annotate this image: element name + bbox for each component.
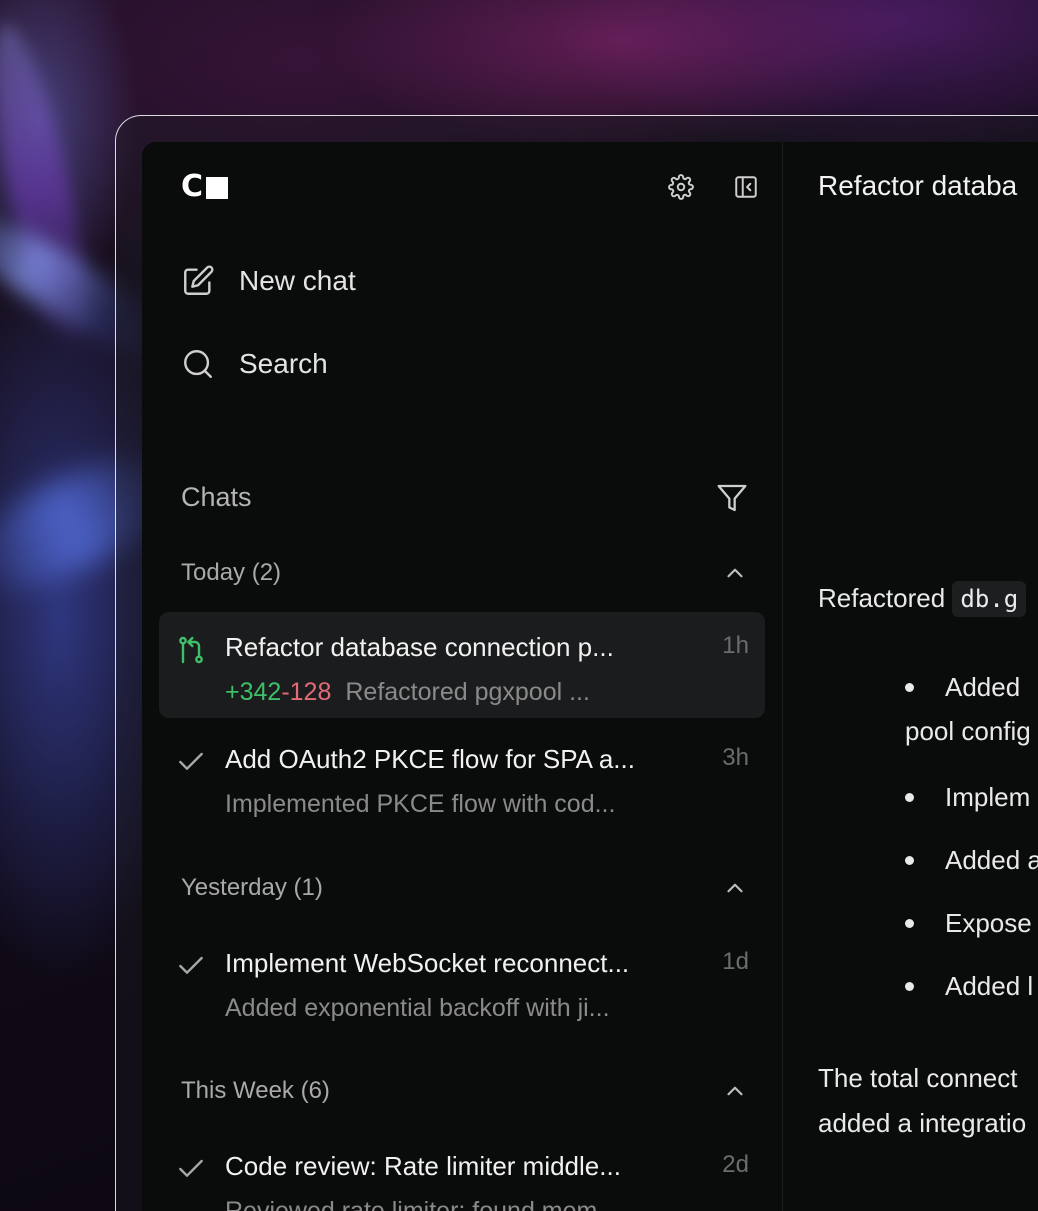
- filter-icon: [717, 484, 747, 512]
- chat-title: Add OAuth2 PKCE flow for SPA a...: [225, 744, 635, 774]
- bullet-text: Added l: [945, 971, 1034, 1001]
- list-item: Expose: [905, 903, 1038, 966]
- check-icon: [179, 956, 203, 974]
- compose-icon: [184, 265, 214, 295]
- collapse-sidebar-button[interactable]: [731, 172, 761, 202]
- sidebar-collapse-icon: [735, 176, 757, 198]
- check-icon: [179, 752, 203, 770]
- bullet-text: Implem: [945, 782, 1031, 812]
- app-logo[interactable]: C: [181, 169, 229, 204]
- chat-item[interactable]: Implement WebSocket reconnect... 1d Adde…: [159, 928, 765, 1034]
- sidebar-header: C: [181, 172, 760, 202]
- bullet-text: Expose: [945, 908, 1032, 938]
- chat-time: 3h: [722, 744, 749, 771]
- chat-time: 2d: [722, 1151, 749, 1178]
- message-outro-line-1: The total connect: [818, 1063, 1018, 1093]
- chat-title: Implement WebSocket reconnect...: [225, 948, 630, 978]
- message-outro-line-2: added a integratio: [818, 1108, 1027, 1138]
- sidebar: C New chat Search Chats Today (2) Refact…: [142, 142, 783, 1211]
- git-pull-request-icon: [179, 636, 203, 664]
- chat-item[interactable]: Code review: Rate limiter middle... 2d R…: [159, 1131, 765, 1211]
- chat-subtitle: Reviewed rate limiter; found mem...: [225, 1197, 619, 1211]
- group-header-this-week[interactable]: This Week (6): [181, 1076, 748, 1106]
- app-window: C New chat Search Chats Today (2) Refact…: [142, 142, 1038, 1211]
- search-label: Search: [239, 348, 328, 379]
- chat-subtitle: Added exponential backoff with ji...: [225, 994, 610, 1022]
- chat-title: Code review: Rate limiter middle...: [225, 1151, 621, 1181]
- filter-button[interactable]: [716, 482, 748, 514]
- chevron-up-icon: [727, 1086, 743, 1096]
- logo-square: [206, 176, 229, 199]
- group-header-today[interactable]: Today (2): [181, 558, 748, 588]
- page-title: Refactor databa: [818, 170, 1018, 201]
- settings-button[interactable]: [666, 172, 696, 202]
- group-label: This Week (6): [181, 1077, 330, 1104]
- search-button[interactable]: Search: [181, 344, 328, 384]
- list-item: Added l: [905, 966, 1038, 1029]
- inline-code: db.g: [952, 581, 1027, 617]
- intro-text: Refactored: [818, 583, 946, 613]
- group-label: Yesterday (1): [181, 874, 323, 901]
- chat-time: 1h: [722, 632, 749, 659]
- chat-title: Refactor database connection p...: [225, 632, 614, 662]
- chat-time: 1d: [722, 948, 749, 975]
- check-icon: [179, 1159, 203, 1177]
- bullet-text: Added: [945, 672, 1021, 702]
- bullet-text-continuation: pool config: [905, 716, 1031, 746]
- gear-icon: [668, 174, 694, 200]
- chat-main-panel: Refactor databa Refactored db.g Added po…: [783, 142, 1038, 1211]
- chat-item[interactable]: Refactor database connection p... 1h +34…: [159, 612, 765, 718]
- group-header-yesterday[interactable]: Yesterday (1): [181, 873, 748, 903]
- group-label: Today (2): [181, 559, 282, 586]
- diff-additions: +342: [225, 678, 282, 706]
- chat-item[interactable]: Add OAuth2 PKCE flow for SPA a... 3h Imp…: [159, 724, 765, 830]
- search-icon: [184, 350, 212, 378]
- chat-summary: Refactored pgxpool ...: [345, 678, 590, 706]
- chats-section-title: Chats: [181, 482, 252, 512]
- list-item: Added a: [905, 840, 1038, 903]
- new-chat-button[interactable]: New chat: [181, 261, 356, 301]
- chevron-up-icon: [727, 568, 743, 578]
- new-chat-label: New chat: [239, 265, 356, 296]
- chevron-up-icon: [727, 883, 743, 893]
- list-item: Added pool config: [905, 667, 1038, 777]
- logo-letter: C: [181, 169, 203, 204]
- chat-subtitle: Implemented PKCE flow with cod...: [225, 790, 616, 818]
- diff-deletions: -128: [281, 678, 332, 706]
- chat-subtitle: +342-128 Refactored pgxpool ...: [225, 678, 675, 707]
- bullet-text: Added a: [945, 845, 1038, 875]
- message-intro: Refactored db.g: [818, 575, 1027, 622]
- list-item: Implem: [905, 777, 1038, 840]
- message-bullet-list: Added pool config Implem Added a Expose …: [905, 667, 1038, 1029]
